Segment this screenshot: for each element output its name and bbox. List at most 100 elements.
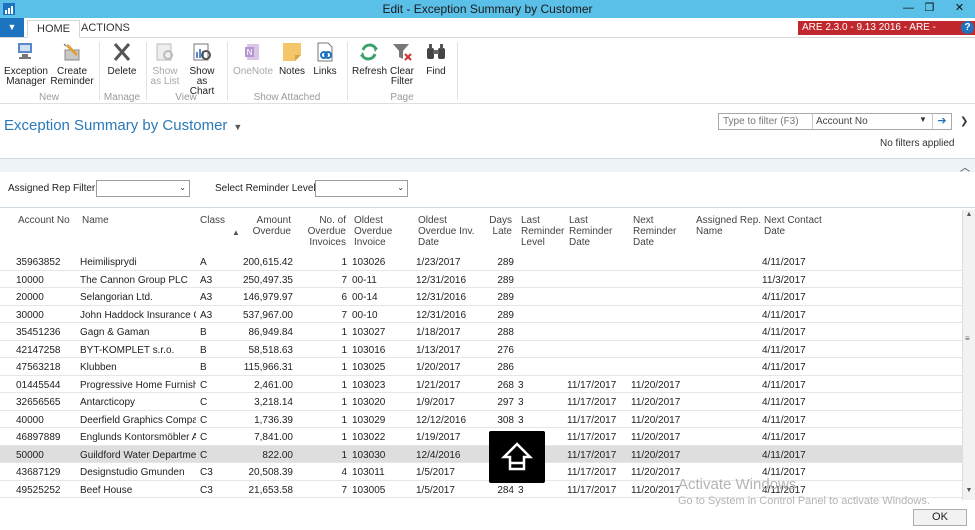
scroll-down-icon[interactable]: ▼ xyxy=(963,487,975,500)
vertical-scrollbar[interactable]: ▲ ≡ ▼ xyxy=(962,210,975,500)
column-header-next-date[interactable]: Next Reminder Date xyxy=(633,215,676,248)
cell-name: Englunds Kontorsmöbler AB xyxy=(80,432,196,443)
show-as-chart-button[interactable]: Show as Chart xyxy=(183,40,221,97)
cell-oldest-invoice: 103029 xyxy=(352,414,386,426)
ok-button[interactable]: OK xyxy=(913,509,967,526)
table-row[interactable]: 46897889 Englunds Kontorsmöbler AB C 7,841.… xyxy=(0,428,962,446)
column-header-overdue-invoices[interactable]: No. of Overdue Invoices xyxy=(304,215,346,248)
column-header-account-no[interactable]: Account No xyxy=(18,215,70,226)
table-row[interactable]: 10000 The Cannon Group PLC A3 250,497.35 7 00… xyxy=(0,271,962,288)
table-row[interactable]: 35963852 Heimilisprydi A 200,615.42 1 103026 1… xyxy=(0,253,962,271)
column-header-class[interactable]: Class xyxy=(200,215,225,226)
cell-overdue-count: 1 xyxy=(341,379,347,391)
exception-manager-label-2: Manager xyxy=(6,76,46,87)
onenote-button[interactable]: N OneNote xyxy=(232,40,274,77)
cell-name: Gagn & Gaman xyxy=(80,327,150,338)
arrow-right-icon[interactable]: ➔ xyxy=(932,114,951,129)
cell-oldest-invoice: 103016 xyxy=(352,344,386,356)
filter-input[interactable]: Type to filter (F3) xyxy=(723,116,799,127)
cell-class: A xyxy=(200,257,207,268)
help-icon[interactable]: ? xyxy=(961,21,974,34)
scroll-up-icon[interactable]: ▲ xyxy=(963,211,975,224)
table-row[interactable]: 42147258 BYT-KOMPLET s.r.o. B 58,518.63 1 103… xyxy=(0,341,962,358)
table-row[interactable]: 40000 Deerfield Graphics Compa... C 1,736.3… xyxy=(0,411,962,428)
column-header-next-contact[interactable]: Next Contact Date xyxy=(764,215,822,237)
cell-amount: 86,949.84 xyxy=(248,327,294,338)
notes-button[interactable]: Notes xyxy=(277,40,307,77)
refresh-button[interactable]: Refresh xyxy=(352,40,387,77)
table-row[interactable]: 32656565 Antarcticopy C 3,218.14 1 103020 1/9/… xyxy=(0,393,962,411)
app-menu-button[interactable]: ▼ xyxy=(0,18,24,37)
cell-account-no: 30000 xyxy=(16,309,44,321)
delete-button[interactable]: Delete xyxy=(104,40,140,77)
exception-manager-icon xyxy=(18,43,32,59)
group-manage-label: Manage xyxy=(103,92,141,103)
cell-last-date: 11/17/2017 xyxy=(567,467,617,478)
create-reminder-button[interactable]: Create Reminder xyxy=(50,40,94,87)
chevron-down-icon: ⌄ xyxy=(179,183,186,192)
show-as-list-button[interactable]: Show as List xyxy=(150,40,180,87)
cell-last-date: 11/17/2017 xyxy=(567,379,617,391)
table-row[interactable]: 20000 Selangorian Ltd. A3 146,979.97 6 00-14 1… xyxy=(0,288,962,306)
scroll-thumb[interactable]: ≡ xyxy=(965,334,973,343)
cell-name: Guildford Water Department xyxy=(80,449,196,461)
table-row[interactable]: 47563218 Klubben B 115,966.31 1 103025 1/20/20… xyxy=(0,358,962,376)
cell-oldest-invoice: 103026 xyxy=(352,257,386,268)
page-title-text: Exception Summary by Customer xyxy=(4,117,228,134)
table-row[interactable]: 01445544 Progressive Home Furnishi... C 2,4… xyxy=(0,376,962,393)
cell-overdue-count: 7 xyxy=(341,484,347,496)
overlay-home-icon[interactable] xyxy=(489,431,545,483)
table-row[interactable]: 30000 John Haddock Insurance C... A3 537,96… xyxy=(0,306,962,323)
group-view-label: View xyxy=(175,92,197,103)
column-header-oldest-date[interactable]: Oldest Overdue Inv. Date xyxy=(418,215,475,248)
find-button[interactable]: Find xyxy=(421,40,451,77)
links-button[interactable]: Links xyxy=(311,40,339,77)
column-header-days-late[interactable]: Days Late xyxy=(482,215,512,237)
tab-actions[interactable]: ACTIONS xyxy=(72,20,139,38)
close-button[interactable]: ✕ xyxy=(944,0,975,17)
reminder-level-label: Select Reminder Level: xyxy=(215,183,319,194)
maximize-button[interactable]: ❐ xyxy=(917,0,942,17)
cell-oldest-date: 12/31/2016 xyxy=(416,309,467,321)
cell-oldest-invoice: 103030 xyxy=(352,449,386,461)
cell-account-no: 42147258 xyxy=(16,344,61,356)
column-header-last-date[interactable]: Last Reminder Date xyxy=(569,215,612,248)
page-title[interactable]: Exception Summary by Customer ▼ xyxy=(4,117,242,134)
column-header-oldest-invoice[interactable]: Oldest Overdue Invoice xyxy=(354,215,392,248)
table-row[interactable]: 35451236 Gagn & Gaman B 86,949.84 1 103027 1/1… xyxy=(0,323,962,341)
filter-field-select[interactable]: Account No xyxy=(816,116,868,127)
cell-overdue-count: 1 xyxy=(341,432,347,443)
cell-next-contact: 4/11/2017 xyxy=(762,432,806,443)
column-header-last-level[interactable]: Last Reminder Level xyxy=(521,215,564,248)
column-header-amount[interactable]: Amount Overdue xyxy=(246,215,291,237)
cell-overdue-count: 1 xyxy=(341,344,347,356)
chevron-down-icon[interactable]: ❯ xyxy=(960,116,968,127)
no-filters-status: No filters applied xyxy=(880,138,955,149)
group-page-label: Page xyxy=(390,92,414,103)
cell-next-contact: 4/11/2017 xyxy=(762,344,806,356)
cell-next-date: 11/20/2017 xyxy=(631,379,681,391)
cell-last-date: 11/17/2017 xyxy=(567,414,617,426)
reminder-level-select[interactable]: ⌄ xyxy=(315,180,408,197)
exception-manager-button[interactable]: Exception Manager xyxy=(4,40,48,87)
cell-overdue-count: 1 xyxy=(341,362,347,373)
column-header-assigned-rep[interactable]: Assigned Rep. Name xyxy=(696,215,761,237)
clear-filter-button[interactable]: Clear Filter xyxy=(387,40,417,87)
cell-class: C xyxy=(200,432,208,443)
cell-class: B xyxy=(200,344,207,356)
cell-oldest-date: 1/9/2017 xyxy=(416,397,455,408)
filter-panel: Assigned Rep Filter: ⌄ Select Reminder L… xyxy=(0,172,975,208)
chart-icon xyxy=(193,43,211,61)
table-row[interactable]: 50000 Guildford Water Department C 822.00 1 1… xyxy=(0,445,962,463)
cell-next-contact: 4/11/2017 xyxy=(762,414,806,426)
column-header-name[interactable]: Name xyxy=(82,215,109,226)
cell-oldest-date: 1/5/2017 xyxy=(416,467,455,478)
version-badge: ARE 2.3.0 - 9.13 2016 - ARE - dynamics xyxy=(798,21,975,47)
cell-class: C3 xyxy=(200,467,213,478)
assigned-rep-filter-select[interactable]: ⌄ xyxy=(96,180,190,197)
cell-class: C xyxy=(200,397,208,408)
table-row[interactable]: 43687129 Designstudio Gmunden C3 20,508.39 4… xyxy=(0,463,962,481)
cell-next-contact: 4/11/2017 xyxy=(762,379,806,391)
cell-last-date: 11/17/2017 xyxy=(567,432,617,443)
chevron-down-icon[interactable]: ▼ xyxy=(919,115,927,124)
